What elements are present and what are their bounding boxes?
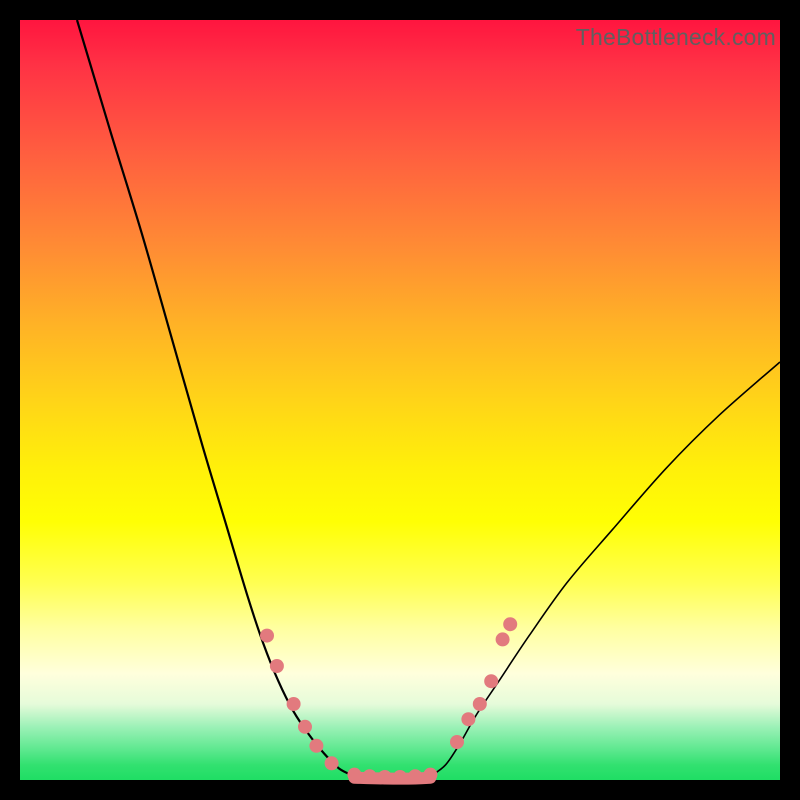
data-marker	[450, 735, 464, 749]
chart-svg	[20, 20, 780, 780]
data-marker	[325, 756, 339, 770]
data-marker	[260, 629, 274, 643]
data-marker	[423, 768, 437, 782]
data-marker	[309, 739, 323, 753]
marker-group	[260, 617, 517, 784]
chart-container: TheBottleneck.com	[0, 0, 800, 800]
data-marker	[484, 674, 498, 688]
data-marker	[393, 770, 407, 784]
data-marker	[363, 769, 377, 783]
attribution-text: TheBottleneck.com	[576, 24, 776, 51]
data-marker	[408, 769, 422, 783]
data-marker	[473, 697, 487, 711]
data-marker	[503, 617, 517, 631]
data-marker	[347, 768, 361, 782]
data-marker	[378, 770, 392, 784]
data-marker	[270, 659, 284, 673]
curve-right	[430, 362, 780, 776]
curve-left	[77, 20, 354, 776]
data-marker	[298, 720, 312, 734]
data-marker	[496, 632, 510, 646]
data-marker	[287, 697, 301, 711]
data-marker	[461, 712, 475, 726]
